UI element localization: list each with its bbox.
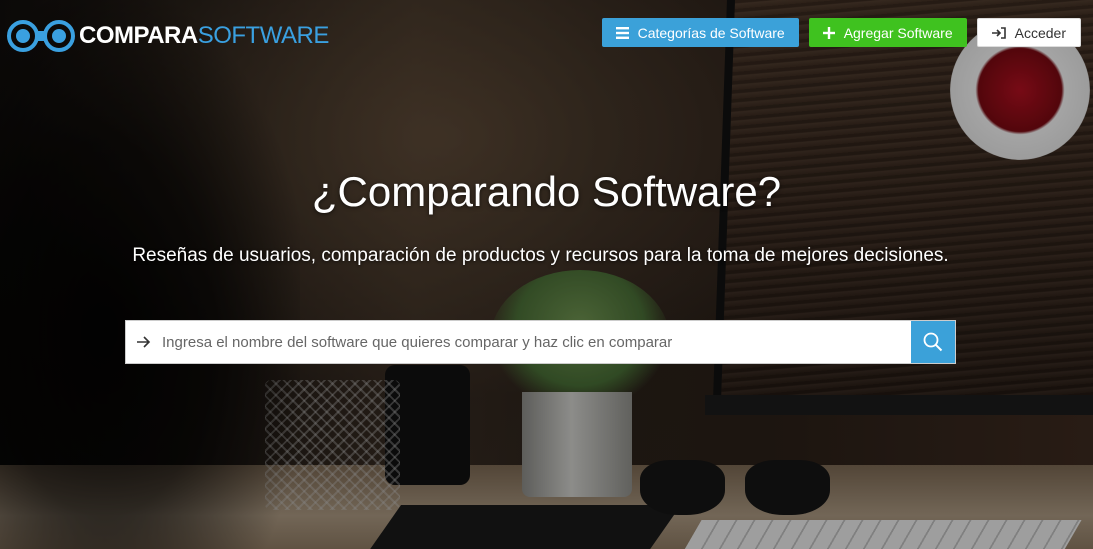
search-submit-button[interactable] bbox=[911, 321, 955, 363]
login-button[interactable]: Acceder bbox=[976, 18, 1081, 47]
search-icon bbox=[923, 332, 943, 352]
arrow-right-icon bbox=[126, 336, 162, 348]
site-logo[interactable]: COMPARASOFTWARE bbox=[6, 20, 329, 52]
header-nav: Categorías de Software Agregar Software … bbox=[601, 18, 1081, 47]
binoculars-icon bbox=[7, 20, 75, 52]
login-button-label: Acceder bbox=[1014, 24, 1066, 41]
sign-in-icon bbox=[991, 26, 1006, 39]
add-software-button-label: Agregar Software bbox=[843, 24, 953, 41]
search-input[interactable] bbox=[162, 322, 911, 362]
hero-background bbox=[0, 0, 1093, 549]
hero-subtitle: Reseñas de usuarios, comparación de prod… bbox=[132, 245, 949, 266]
brand-name-part2: SOFTWARE bbox=[197, 22, 330, 49]
categories-button[interactable]: Categorías de Software bbox=[601, 18, 799, 47]
plus-icon bbox=[822, 26, 835, 39]
background-overlay bbox=[0, 0, 1093, 549]
menu-icon bbox=[615, 26, 629, 39]
categories-button-label: Categorías de Software bbox=[637, 24, 785, 41]
hero-title: ¿Comparando Software? bbox=[311, 168, 782, 215]
brand-name-part1: COMPARA bbox=[79, 22, 198, 49]
add-software-button[interactable]: Agregar Software bbox=[808, 18, 967, 47]
brand-name: COMPARASOFTWARE bbox=[79, 22, 329, 50]
software-search-bar bbox=[125, 320, 956, 364]
